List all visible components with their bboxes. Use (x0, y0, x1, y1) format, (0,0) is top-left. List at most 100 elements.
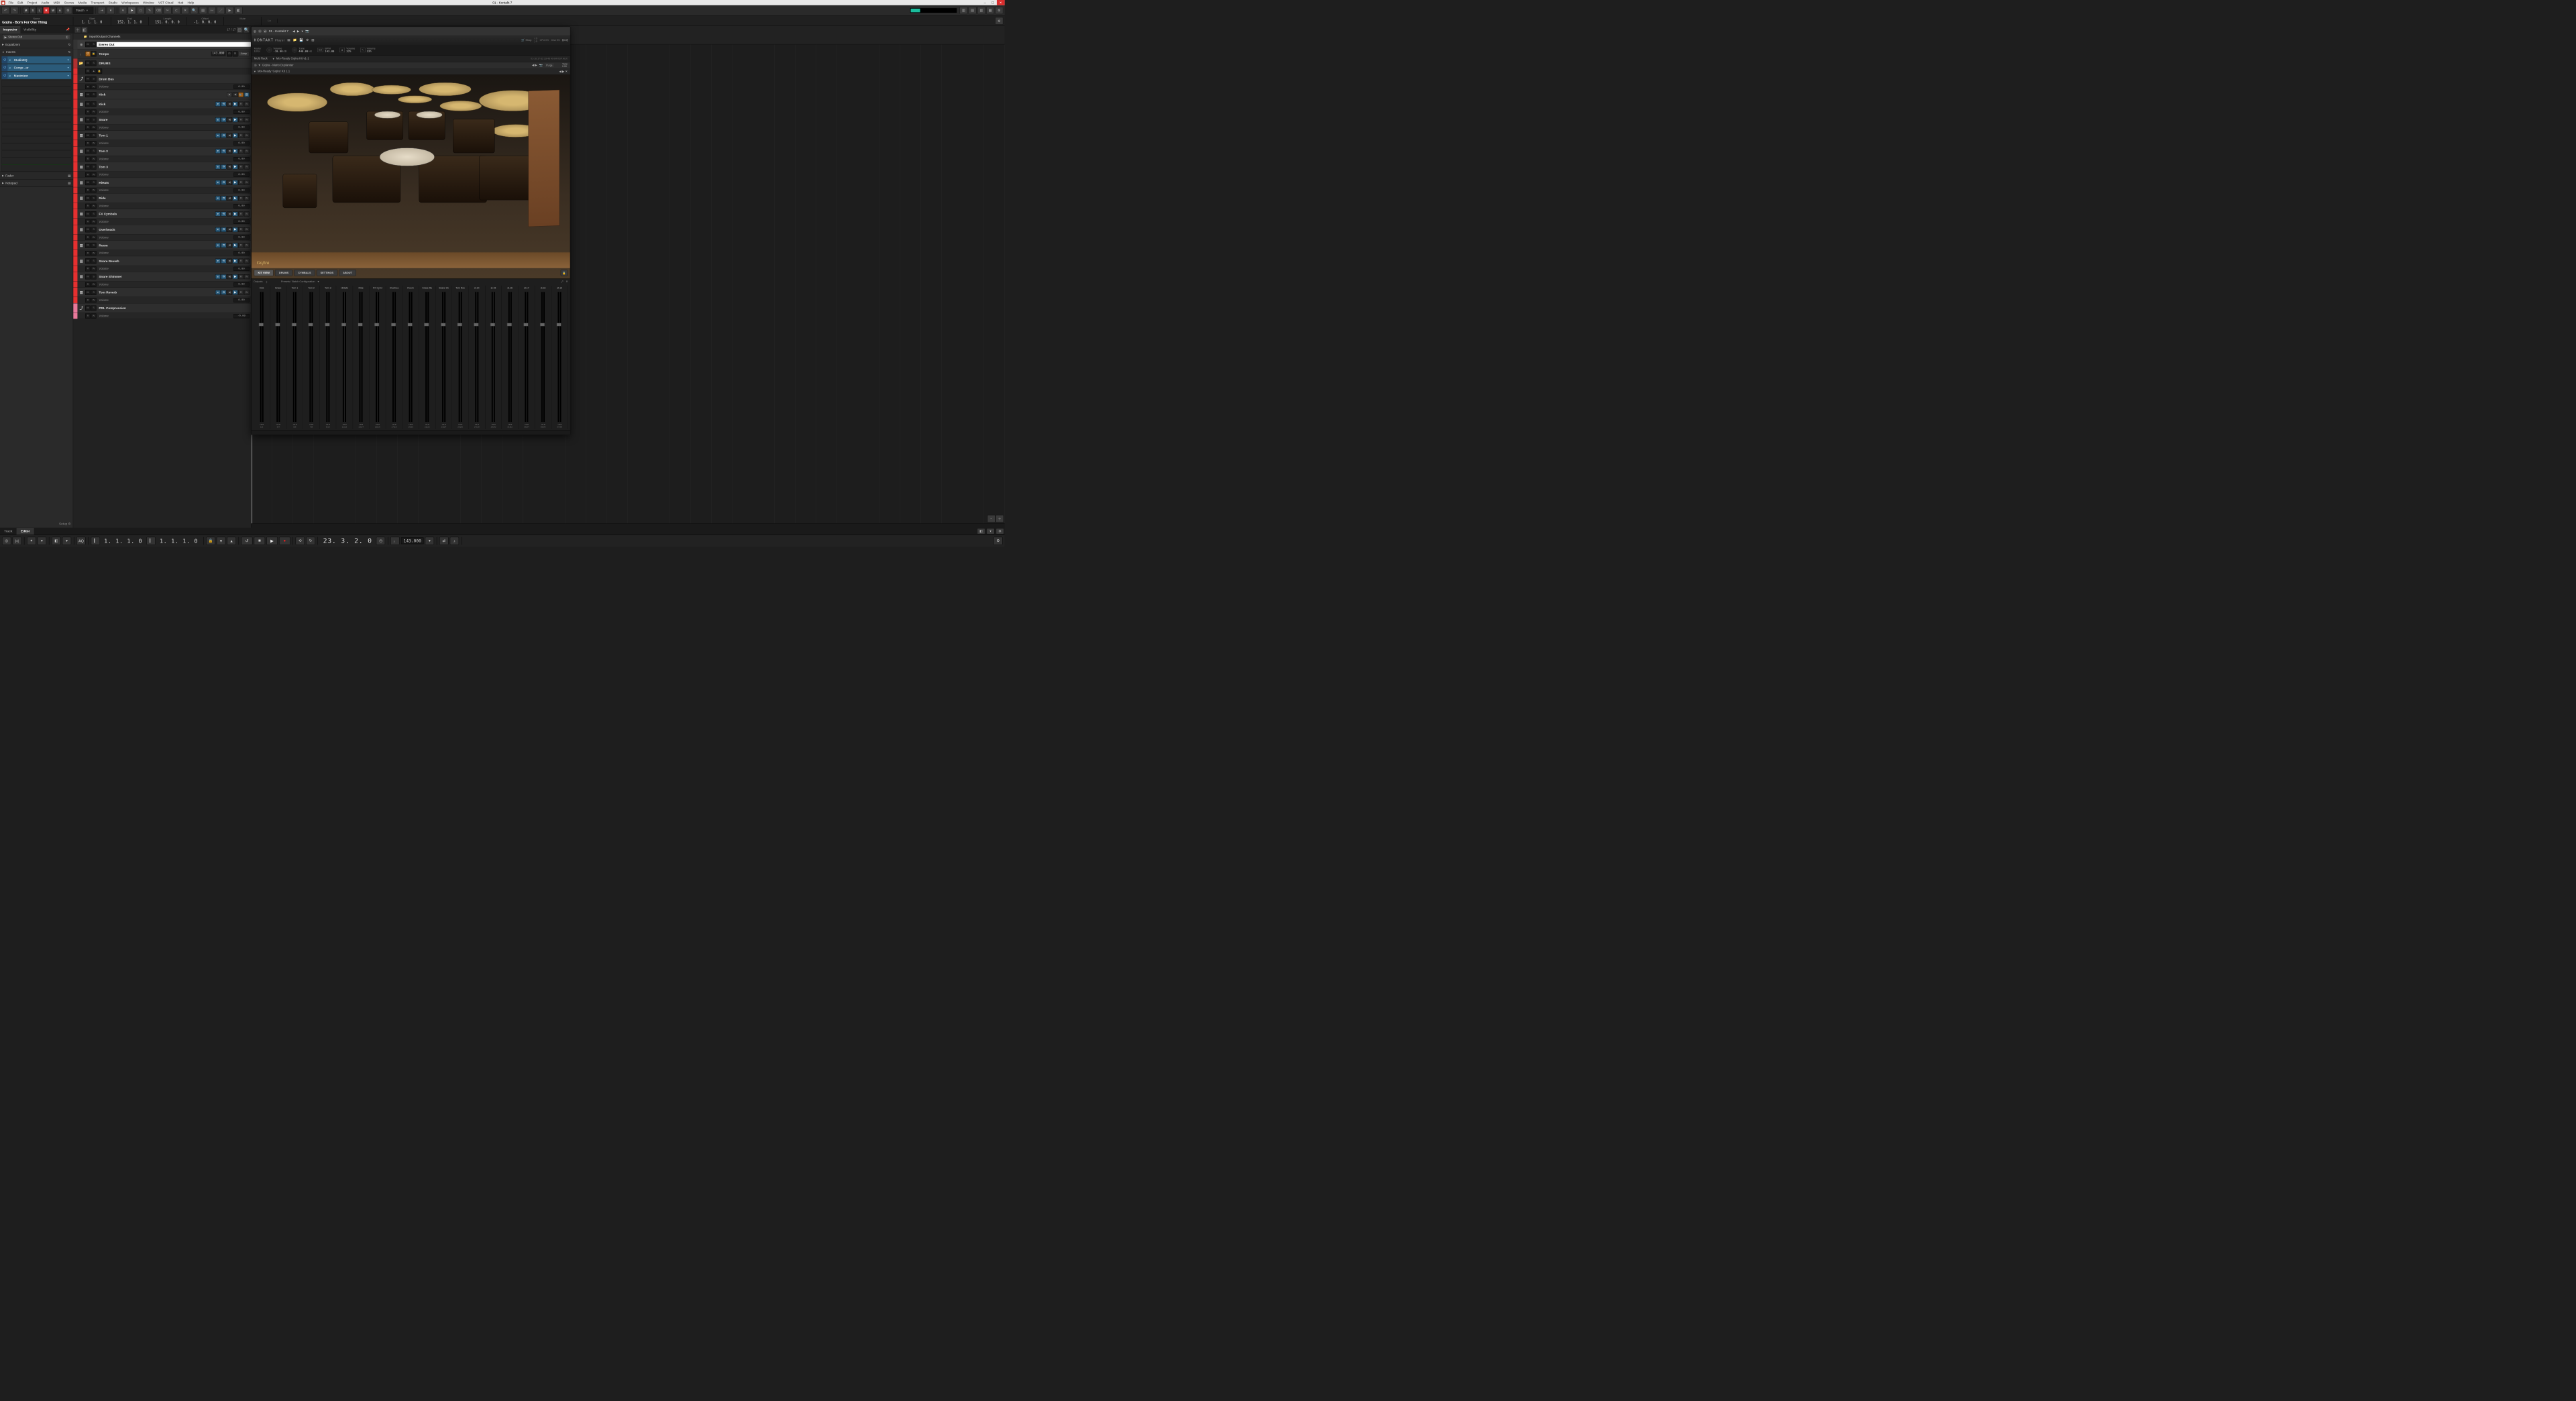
track-prl[interactable]: ⤴MSPRL Compression (73, 303, 251, 313)
info-length[interactable]: 151. 0. 0. 0 (155, 20, 180, 24)
menu-edit[interactable]: Edit (15, 1, 25, 4)
io-channels-header[interactable]: 📁Input/Output Channels (73, 34, 251, 40)
master-tune-knob[interactable] (292, 48, 297, 53)
zoom-in-h[interactable]: ＋ (996, 515, 1004, 522)
toolbar-setup[interactable]: ⚙ (996, 7, 1004, 14)
metronome-icon[interactable]: ▲ (339, 48, 345, 52)
tool-mute[interactable]: ✕ (181, 7, 189, 14)
kontakt-h-scroll[interactable] (252, 431, 570, 435)
options-icon[interactable]: ⚙ (306, 38, 309, 42)
mixer-channel[interactable]: Tom Rev+0.025|26 (452, 286, 469, 429)
inspector-tab[interactable]: Inspector (0, 26, 20, 34)
insert-compressor[interactable]: ⏻eCompr...or▼ (1, 64, 71, 72)
stop-button[interactable]: ■ (254, 537, 265, 545)
locator-left-go[interactable]: ▎ (91, 537, 100, 545)
aq-button[interactable]: AQ (76, 537, 85, 545)
tool-color[interactable]: ◧ (235, 7, 243, 14)
punch-in[interactable]: ▼ (217, 537, 225, 545)
menu-hub[interactable]: Hub (176, 1, 186, 4)
write-all[interactable]: W (50, 7, 56, 13)
track-row[interactable]: ▥MSRoome⟲◀▶RW (73, 241, 251, 250)
about-btn[interactable]: ABOUT (339, 270, 356, 276)
lib-browser-icon[interactable]: ▤ (287, 38, 290, 42)
channel-fader[interactable] (293, 292, 294, 422)
inspector-setup[interactable]: Setup (0, 520, 73, 528)
info-name-value[interactable]: Gojira - Born For One Thing (2, 20, 71, 24)
transport-setup[interactable]: ⚙ (994, 537, 1002, 545)
drums-btn[interactable]: DRUMS (275, 270, 292, 276)
autoscroll-mode[interactable]: ▾ (107, 7, 115, 14)
cycle-button[interactable]: ⟲ (296, 537, 305, 545)
kitview-btn[interactable]: KIT VIEW (254, 270, 274, 276)
play-button[interactable]: ▶ (266, 537, 277, 545)
punch-out[interactable]: ▲ (227, 537, 235, 545)
menu-studio[interactable]: Studio (106, 1, 119, 4)
primary-time[interactable]: 23. 3. 2. 0 (321, 537, 375, 545)
info-mute[interactable] (241, 20, 244, 24)
menu-file[interactable]: File (6, 1, 15, 4)
tool-line[interactable]: ／ (217, 7, 225, 14)
channel-fader[interactable] (508, 292, 510, 422)
automation-mode-combo[interactable]: Touch▾ (73, 7, 93, 14)
tempo-value[interactable]: 143.000 (401, 537, 423, 544)
menu-midi[interactable]: MIDI (51, 1, 62, 4)
track-row[interactable]: ▥MSHiHatse⟲◀▶RW (73, 178, 251, 187)
tool-select[interactable]: ➤ (128, 7, 136, 14)
section-equalizers[interactable]: ▶Equalizers↻ (0, 41, 73, 48)
channel-fader[interactable] (343, 292, 344, 422)
mixer-channel[interactable]: st.19+0.037|38 (551, 286, 568, 429)
read-all[interactable]: R (43, 7, 49, 13)
click-button[interactable]: ♪ (450, 537, 459, 545)
toggle-left-zone[interactable]: ▥ (960, 7, 968, 14)
snapshot-icon[interactable]: 📷 (539, 64, 543, 67)
channel-fader[interactable] (541, 292, 543, 422)
section-notepad[interactable]: ▶Notepad▤ (0, 180, 73, 187)
track-row[interactable]: ▥MSSnare Reverbe⟲◀▶RW (73, 256, 251, 266)
menu-workspaces[interactable]: Workspaces (119, 1, 141, 4)
constrain-icon[interactable]: ◎ (2, 537, 11, 545)
mixer-channel[interactable]: Tom 3+0.09|10 (320, 286, 337, 429)
pin-icon[interactable]: 📌 (63, 26, 73, 34)
tool-glue[interactable]: ⊂ (172, 7, 180, 14)
sync-icon[interactable]: ⇄ (439, 537, 448, 545)
track-row[interactable]: ▥MSOverheadse⟲◀▶RW (73, 225, 251, 234)
toggle-rack-icon[interactable]: ▥ (311, 38, 314, 42)
add-other-button[interactable]: ◧ (82, 27, 88, 33)
channel-fader[interactable] (558, 292, 559, 422)
tool-split[interactable]: ✂ (164, 7, 172, 14)
tab-editor[interactable]: Editor (17, 528, 34, 535)
find-tracks[interactable]: 🔍 (244, 27, 250, 33)
lower-zone-setup[interactable]: ⚙ (996, 528, 1004, 535)
track-row[interactable]: ▥MSTom 2e⟲◀▶RW (73, 146, 251, 156)
editor-tool[interactable]: ◧ (977, 528, 985, 535)
tempo-track-toggle[interactable]: ♩ (390, 537, 399, 545)
multi-name[interactable]: Mix-Ready Gojira Kit v1-1 (276, 57, 309, 60)
mixer-channel[interactable]: FX Cyml+0.015|16 (370, 286, 386, 429)
track-row[interactable]: ▥MSKicke⟲◀▶RW (73, 99, 251, 109)
snap-type[interactable]: ✦ (27, 537, 36, 545)
insert-studioeq[interactable]: ⏻eStudioEQ▼ (1, 56, 71, 64)
track-tempo[interactable]: ♩⏻🔒Tempo143.000⊟⊞Jump (73, 49, 251, 58)
patch-name[interactable]: Mix-Ready 'Gojira' Kit 1.1 (258, 70, 290, 73)
menu-project[interactable]: Project (25, 1, 39, 4)
info-setup[interactable]: ⚙ (996, 17, 1004, 25)
channel-fader[interactable] (376, 292, 377, 422)
time-format[interactable]: ◷ (376, 537, 385, 545)
lock-icon[interactable]: 🔒 (561, 270, 568, 276)
tool-comp[interactable]: ▤ (199, 7, 207, 14)
mixer-channel[interactable]: Snare+0.03|4 (270, 286, 287, 429)
mixer-channel[interactable]: st.15+0.029|30 (485, 286, 502, 429)
mixer-channel[interactable]: Kick+0.01|2 (254, 286, 270, 429)
preset-config[interactable]: Presets / Batch Configuration (281, 280, 315, 283)
outputs-close[interactable]: ✕ (566, 280, 568, 283)
window-maximize[interactable]: ☐ (989, 0, 997, 5)
menu-window[interactable]: Window (141, 1, 156, 4)
punch-in-icon[interactable]: 🔒 (206, 537, 215, 545)
listen-all[interactable]: L (36, 7, 42, 13)
track-row[interactable]: ▥MSTom 1e⟲◀▶RW (73, 131, 251, 140)
mute-all[interactable]: M (23, 7, 29, 13)
channel-fader[interactable] (326, 292, 327, 422)
tool-erase[interactable]: ⌫ (155, 7, 163, 14)
divide-tracklist[interactable]: ▤ (237, 27, 243, 33)
quantize-preset[interactable]: ◧ (52, 537, 60, 545)
